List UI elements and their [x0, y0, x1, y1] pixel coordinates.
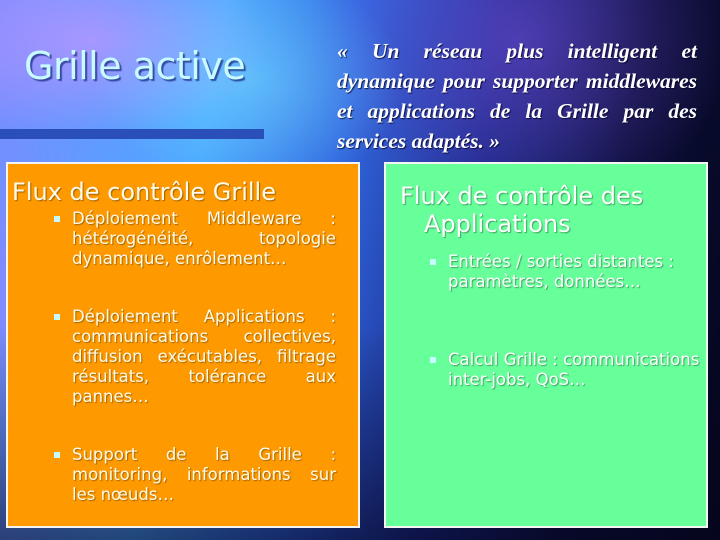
grid-control-flow-box: Flux de contrôle Grille Déploiement Midd…: [6, 162, 360, 528]
square-bullet-icon: [54, 216, 60, 222]
square-bullet-icon: [54, 314, 60, 320]
title-underline-bar: [0, 129, 264, 139]
square-bullet-icon: [430, 259, 436, 265]
list-item: Entrées / sorties distantes : paramètres…: [426, 252, 702, 292]
list-item: Déploiement Applications : communication…: [50, 307, 336, 407]
list-item-text: Déploiement Applications : communication…: [72, 307, 336, 406]
list-item: Calcul Grille : communications inter-job…: [426, 350, 702, 390]
title-line-2: Applications: [424, 210, 571, 238]
list-item-text: Support de la Grille : monitoring, infor…: [72, 445, 336, 504]
application-control-flow-list: Entrées / sorties distantes : paramètres…: [426, 252, 702, 390]
square-bullet-icon: [430, 357, 436, 363]
list-item-text: Entrées / sorties distantes : paramètres…: [448, 252, 674, 291]
list-item: Support de la Grille : monitoring, infor…: [50, 445, 336, 505]
application-control-flow-title: Flux de contrôle des Applications: [400, 182, 700, 238]
quote-text: « Un réseau plus intelligent et dynamiqu…: [337, 39, 697, 153]
list-item-text: Calcul Grille : communications inter-job…: [448, 350, 700, 389]
list-item-text: Déploiement Middleware : hétérogénéité, …: [72, 209, 336, 268]
grid-control-flow-list: Déploiement Middleware : hétérogénéité, …: [50, 209, 336, 505]
square-bullet-icon: [54, 452, 60, 458]
slide-title: Grille active: [24, 44, 246, 88]
grid-control-flow-title: Flux de contrôle Grille: [12, 178, 276, 206]
title-line-1: Flux de contrôle des: [400, 182, 644, 210]
application-control-flow-box: Flux de contrôle des Applications Entrée…: [384, 162, 708, 528]
list-item: Déploiement Middleware : hétérogénéité, …: [50, 209, 336, 269]
